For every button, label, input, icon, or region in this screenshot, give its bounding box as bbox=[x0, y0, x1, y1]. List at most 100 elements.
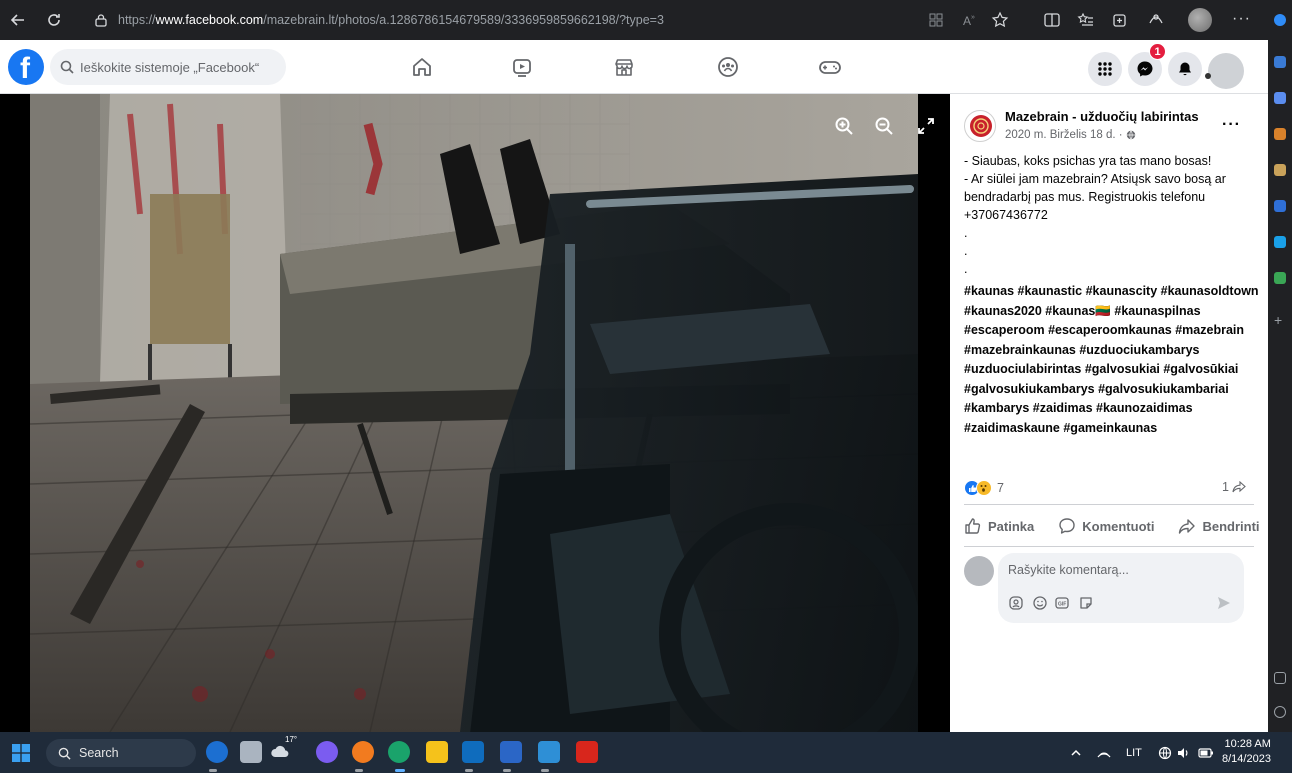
menu-button[interactable] bbox=[1088, 52, 1122, 86]
battery-icon[interactable] bbox=[1198, 747, 1214, 758]
post-hashtags[interactable]: #kaunas #kaunastic #kaunascity #kaunasol… bbox=[964, 282, 1260, 438]
post-message: - Siaubas, koks psichas yra tas mano bos… bbox=[964, 152, 1254, 278]
network-tray-icon[interactable] bbox=[1096, 747, 1112, 759]
fullscreen-button[interactable] bbox=[912, 112, 940, 140]
tab-watch[interactable] bbox=[502, 48, 542, 86]
weather-widget[interactable]: 17° bbox=[270, 735, 297, 763]
search-input[interactable] bbox=[80, 59, 270, 75]
app-indicator bbox=[465, 769, 473, 772]
marketplace-icon bbox=[615, 59, 633, 76]
tab-groups[interactable] bbox=[708, 48, 748, 86]
zoom-in-icon bbox=[835, 117, 853, 135]
post-line: . bbox=[964, 244, 968, 258]
app-indicator bbox=[355, 769, 363, 772]
browser-profile-avatar[interactable] bbox=[1188, 8, 1212, 32]
browser-toolbar: https://www.facebook.com/mazebrain.lt/ph… bbox=[0, 0, 1292, 40]
share-count[interactable]: 1 bbox=[1222, 480, 1246, 494]
zoom-out-button[interactable] bbox=[870, 112, 898, 140]
store-app-icon[interactable] bbox=[538, 741, 560, 763]
post-date[interactable]: 2020 m. Birželis 18 d. · bbox=[1005, 129, 1136, 141]
gif-icon[interactable]: GIF bbox=[1054, 595, 1070, 611]
search-icon bbox=[60, 60, 74, 74]
comment-composer[interactable]: GIF bbox=[998, 553, 1244, 623]
chat-app-icon[interactable] bbox=[316, 741, 338, 763]
facebook-logo[interactable]: f bbox=[8, 49, 44, 85]
taskbar-search[interactable]: Search bbox=[46, 739, 196, 767]
outlook-app-icon[interactable] bbox=[462, 741, 484, 763]
games-sidebar-icon[interactable] bbox=[1274, 164, 1286, 176]
post-line: - Ar siūlei jam mazebrain? Atsiųsk savo … bbox=[964, 172, 1226, 222]
read-aloud-icon[interactable]: A» bbox=[960, 10, 980, 30]
browser-menu-icon[interactable]: ··· bbox=[1232, 10, 1251, 28]
svg-text:GIF: GIF bbox=[1058, 602, 1066, 608]
page-name-link[interactable]: Mazebrain - užduočių labirintas bbox=[1005, 109, 1199, 124]
notifications-button[interactable] bbox=[1168, 52, 1202, 86]
account-avatar[interactable] bbox=[1205, 53, 1244, 89]
avatar-status-dot bbox=[1205, 73, 1211, 79]
system-tray: LIT bbox=[1070, 732, 1214, 773]
word-app-icon[interactable] bbox=[500, 741, 522, 763]
windows-start-icon[interactable] bbox=[12, 744, 30, 762]
reactions-summary[interactable]: 7 bbox=[964, 480, 1004, 496]
commenter-avatar[interactable] bbox=[964, 556, 994, 586]
tools-sidebar-icon[interactable] bbox=[1274, 128, 1286, 140]
like-button[interactable]: Patinka bbox=[964, 517, 1034, 535]
comment-button[interactable]: Komentuoti bbox=[1058, 517, 1154, 535]
divider bbox=[964, 504, 1254, 505]
volume-icon[interactable] bbox=[1176, 746, 1190, 760]
bing-app-icon[interactable] bbox=[206, 741, 228, 763]
favorite-star-icon[interactable] bbox=[990, 10, 1010, 30]
copilot-icon[interactable] bbox=[1274, 14, 1286, 26]
acrobat-app-icon[interactable] bbox=[576, 741, 598, 763]
share-button[interactable]: Bendrinti bbox=[1178, 517, 1260, 535]
tab-home[interactable] bbox=[402, 48, 442, 86]
zoom-out-icon bbox=[875, 117, 893, 135]
active-app-indicator bbox=[395, 769, 405, 772]
tab-gaming[interactable] bbox=[810, 48, 850, 86]
taskbar-clock[interactable]: 10:28 AM 8/14/2023 bbox=[1222, 737, 1271, 767]
address-bar[interactable]: https://www.facebook.com/mazebrain.lt/ph… bbox=[82, 6, 912, 34]
add-sidebar-icon[interactable]: + bbox=[1274, 313, 1286, 327]
extensions-icon[interactable] bbox=[1146, 10, 1166, 30]
collections-icon[interactable] bbox=[1110, 10, 1130, 30]
input-language[interactable]: LIT bbox=[1126, 747, 1142, 759]
weather-cloud-icon bbox=[271, 745, 289, 758]
post-photo[interactable] bbox=[30, 94, 918, 732]
task-view-icon[interactable] bbox=[240, 741, 262, 763]
refresh-icon[interactable] bbox=[42, 8, 66, 32]
lock-icon[interactable] bbox=[94, 13, 108, 27]
outlook-sidebar-icon[interactable] bbox=[1274, 236, 1286, 248]
tray-overflow-icon[interactable] bbox=[1070, 747, 1082, 759]
avatar-sticker-icon[interactable] bbox=[1008, 595, 1024, 611]
sidebar-panel-icon[interactable] bbox=[1274, 672, 1286, 684]
wow-reaction-icon bbox=[976, 480, 992, 496]
favorites-list-icon[interactable] bbox=[1076, 10, 1096, 30]
tab-marketplace[interactable] bbox=[604, 48, 644, 86]
app-grid-icon[interactable] bbox=[926, 10, 946, 30]
comment-input[interactable] bbox=[1008, 563, 1228, 577]
sidebar-settings-icon[interactable] bbox=[1274, 706, 1286, 718]
send-icon[interactable] bbox=[1216, 595, 1232, 611]
office-sidebar-icon[interactable] bbox=[1274, 200, 1286, 212]
home-icon bbox=[413, 58, 431, 76]
firefox-app-icon[interactable] bbox=[352, 741, 374, 763]
sticker-icon[interactable] bbox=[1078, 595, 1094, 611]
expand-icon bbox=[918, 118, 934, 134]
search-sidebar-icon[interactable] bbox=[1274, 56, 1286, 68]
drop-sidebar-icon[interactable] bbox=[1274, 272, 1286, 284]
shopping-sidebar-icon[interactable] bbox=[1274, 92, 1286, 104]
file-explorer-icon[interactable] bbox=[426, 741, 448, 763]
wifi-globe-icon[interactable] bbox=[1158, 746, 1172, 760]
facebook-search[interactable] bbox=[50, 49, 286, 85]
emoji-icon[interactable] bbox=[1032, 595, 1048, 611]
post-options-icon[interactable]: ··· bbox=[1222, 116, 1241, 134]
page-avatar[interactable] bbox=[964, 110, 996, 142]
taskbar-search-icon bbox=[58, 747, 71, 760]
split-screen-icon[interactable] bbox=[1042, 10, 1062, 30]
edge-app-icon[interactable] bbox=[388, 741, 410, 763]
back-icon[interactable] bbox=[6, 8, 30, 32]
photo-scene bbox=[30, 94, 918, 732]
zoom-in-button[interactable] bbox=[830, 112, 858, 140]
svg-text:»: » bbox=[971, 14, 975, 21]
messenger-icon bbox=[1137, 61, 1153, 77]
